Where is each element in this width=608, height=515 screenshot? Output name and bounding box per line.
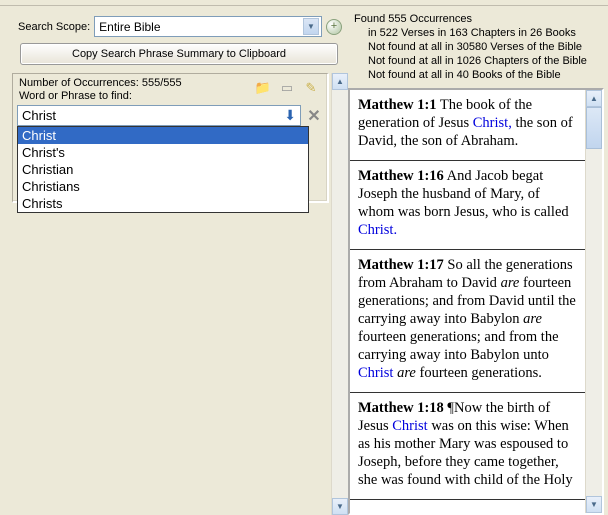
occurrences-label: Number of Occurrences: 555/555 bbox=[19, 77, 182, 90]
verse-result[interactable]: Matthew 1:17 So all the generations from… bbox=[350, 250, 585, 393]
verse-text: fourteen generations; and from the carry… bbox=[358, 329, 559, 363]
stats-block: Found 555 Occurrences in 522 Verses in 1… bbox=[348, 12, 604, 88]
verse-result[interactable]: Matthew 1:16 And Jacob begat Joseph the … bbox=[350, 161, 585, 250]
verse-ref: Matthew 1:16 bbox=[358, 168, 444, 184]
dropdown-item[interactable]: Christ bbox=[18, 127, 308, 144]
search-input-value: Christ bbox=[22, 108, 56, 123]
add-scope-button[interactable]: + bbox=[326, 19, 342, 35]
panel-tool-icons: 📁 ▭ ✎ bbox=[255, 77, 321, 96]
page-icon[interactable]: ▭ bbox=[279, 80, 295, 96]
copy-summary-label: Copy Search Phrase Summary to Clipboard bbox=[72, 48, 286, 60]
left-pane: Search Scope: Entire Bible ▼ + Copy Sear… bbox=[0, 6, 348, 515]
search-phrase-panel: Number of Occurrences: 555/555 Word or P… bbox=[12, 73, 329, 203]
verse-result[interactable]: Matthew 1:18 ¶Now the birth of Jesus Chr… bbox=[350, 393, 585, 500]
scroll-thumb[interactable] bbox=[586, 107, 602, 149]
scope-row: Search Scope: Entire Bible ▼ + bbox=[6, 12, 348, 43]
dropdown-arrow-icon[interactable]: ⬇ bbox=[284, 107, 298, 124]
results-pane: Matthew 1:1 The book of the generation o… bbox=[348, 88, 604, 515]
scroll-up-icon[interactable]: ▲ bbox=[332, 73, 348, 90]
left-scrollbar[interactable]: ▲ ▼ bbox=[331, 73, 348, 515]
scope-label: Search Scope: bbox=[18, 21, 90, 33]
dropdown-item[interactable]: Christian bbox=[18, 161, 308, 178]
highlight-term: Christ. bbox=[358, 222, 397, 238]
panel-header-text: Number of Occurrences: 555/555 Word or P… bbox=[19, 77, 182, 103]
chevron-down-icon[interactable]: ▼ bbox=[303, 18, 319, 35]
verse-ref: Matthew 1:17 bbox=[358, 257, 444, 273]
stats-line: Not found at all in 40 Books of the Bibl… bbox=[354, 68, 604, 82]
scroll-track[interactable] bbox=[332, 90, 348, 498]
panel-header: Number of Occurrences: 555/555 Word or P… bbox=[13, 74, 327, 105]
folder-icon[interactable]: 📁 bbox=[255, 80, 271, 96]
scroll-down-icon[interactable]: ▼ bbox=[332, 498, 348, 515]
results-scrollbar[interactable]: ▲ ▼ bbox=[585, 90, 602, 513]
brush-icon[interactable]: ✎ bbox=[303, 80, 319, 96]
dropdown-item[interactable]: Christs bbox=[18, 195, 308, 212]
right-pane: Found 555 Occurrences in 522 Verses in 1… bbox=[348, 6, 608, 515]
search-input-row: Christ ⬇ ✕ bbox=[13, 105, 327, 126]
dropdown-item[interactable]: Christ's bbox=[18, 144, 308, 161]
copy-summary-button[interactable]: Copy Search Phrase Summary to Clipboard bbox=[20, 43, 338, 65]
phrase-label: Word or Phrase to find: bbox=[19, 90, 182, 103]
scroll-down-icon[interactable]: ▼ bbox=[586, 496, 602, 513]
stats-line: Not found at all in 1026 Chapters of the… bbox=[354, 54, 604, 68]
highlight-term: Christ, bbox=[473, 115, 512, 131]
results-body[interactable]: Matthew 1:1 The book of the generation o… bbox=[350, 90, 585, 513]
verse-text: are bbox=[501, 275, 520, 291]
verse-ref: Matthew 1:1 bbox=[358, 97, 437, 113]
content: Search Scope: Entire Bible ▼ + Copy Sear… bbox=[0, 6, 608, 515]
scope-select[interactable]: Entire Bible ▼ bbox=[94, 16, 322, 37]
highlight-term: Christ bbox=[358, 365, 393, 381]
dropdown-item[interactable]: Christians bbox=[18, 178, 308, 195]
scroll-up-icon[interactable]: ▲ bbox=[586, 90, 602, 107]
verse-result[interactable]: Matthew 1:1 The book of the generation o… bbox=[350, 90, 585, 161]
scope-value: Entire Bible bbox=[99, 20, 160, 34]
autocomplete-dropdown[interactable]: ChristChrist'sChristianChristiansChrists bbox=[17, 126, 309, 213]
app-window: Search Scope: Entire Bible ▼ + Copy Sear… bbox=[0, 0, 608, 515]
search-input[interactable]: Christ ⬇ bbox=[17, 105, 301, 126]
verse-text: are bbox=[397, 365, 416, 381]
highlight-term: Christ bbox=[392, 418, 427, 434]
stats-line: Not found at all in 30580 Verses of the … bbox=[354, 40, 604, 54]
clear-button[interactable]: ✕ bbox=[305, 106, 323, 126]
verse-ref: Matthew 1:18 bbox=[358, 400, 444, 416]
verse-text: are bbox=[523, 311, 542, 327]
stats-line: in 522 Verses in 163 Chapters in 26 Book… bbox=[354, 26, 604, 40]
scroll-track[interactable] bbox=[586, 149, 602, 496]
verse-text: fourteen generations. bbox=[416, 365, 542, 381]
stats-line: Found 555 Occurrences bbox=[354, 12, 604, 26]
